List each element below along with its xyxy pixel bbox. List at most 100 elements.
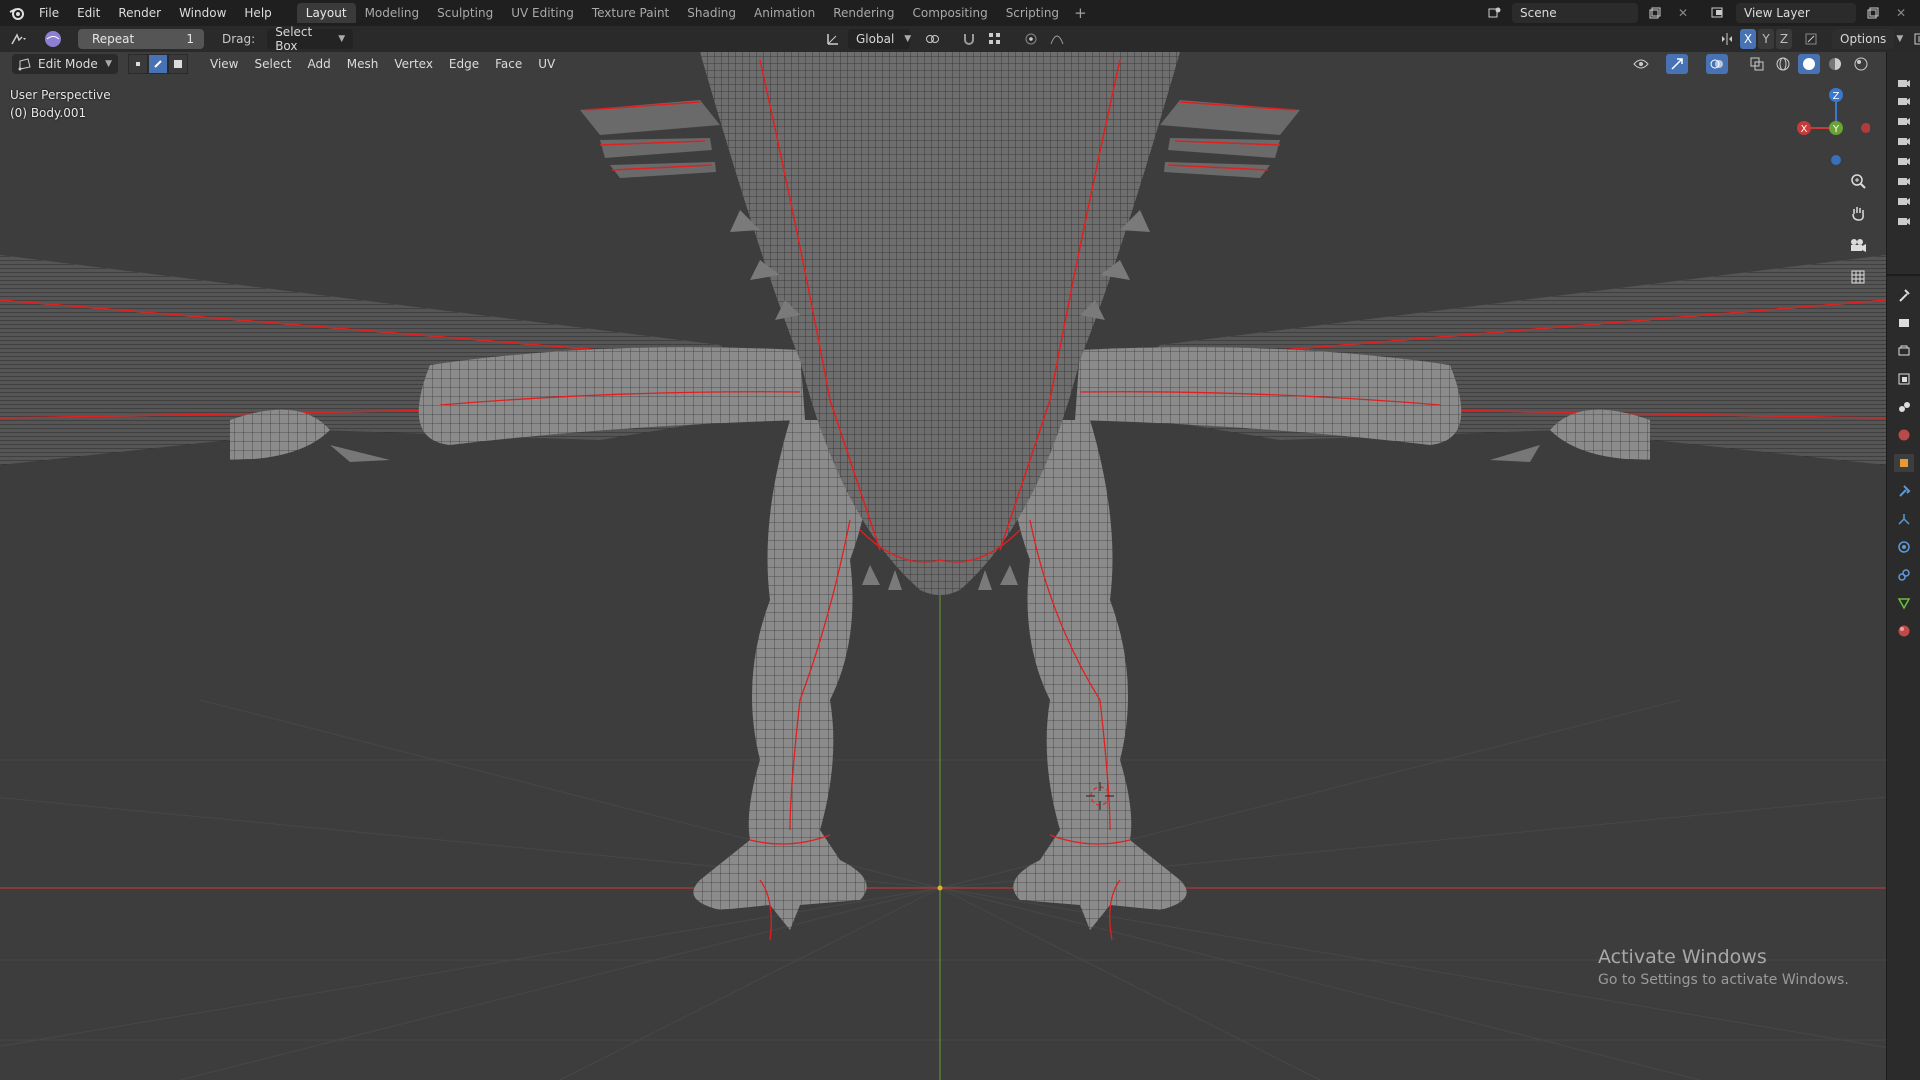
- tab-modeling[interactable]: Modeling: [356, 3, 429, 23]
- menu-view[interactable]: View: [202, 57, 246, 71]
- viewport-scene[interactable]: [0, 52, 1886, 1080]
- particles-tab-icon[interactable]: [1894, 510, 1914, 528]
- tab-animation[interactable]: Animation: [745, 3, 824, 23]
- sidebar-toggle-icon[interactable]: [1910, 29, 1920, 49]
- menu-window[interactable]: Window: [170, 0, 235, 26]
- physics-tab-icon[interactable]: [1894, 538, 1914, 556]
- scene-tab-icon[interactable]: [1894, 398, 1914, 416]
- tab-shading[interactable]: Shading: [678, 3, 745, 23]
- xray-icon[interactable]: [1746, 54, 1768, 74]
- mesh-data-tab-icon[interactable]: [1894, 594, 1914, 612]
- gizmo-icon[interactable]: [1666, 54, 1688, 74]
- shading-solid-icon[interactable]: [1798, 54, 1820, 74]
- outliner-camera-icon[interactable]: [1894, 212, 1914, 230]
- object-tab-icon[interactable]: [1894, 454, 1914, 472]
- navigation-gizmo[interactable]: Z X Y: [1790, 84, 1870, 174]
- drag-select-dropdown[interactable]: Select Box ▼: [267, 25, 354, 53]
- repeat-last-button[interactable]: Repeat 1: [78, 29, 204, 49]
- scene-browse-icon[interactable]: [1484, 3, 1506, 23]
- hand-pan-icon[interactable]: [1846, 202, 1870, 224]
- workspace-tabs: Layout Modeling Sculpting UV Editing Tex…: [296, 0, 1093, 26]
- tab-layout[interactable]: Layout: [296, 3, 356, 23]
- options-dropdown[interactable]: Options ▼: [1832, 29, 1903, 49]
- tool-tab-icon[interactable]: [1894, 286, 1914, 304]
- tab-sculpting[interactable]: Sculpting: [428, 3, 502, 23]
- menu-edge[interactable]: Edge: [441, 57, 487, 71]
- tab-texture-paint[interactable]: Texture Paint: [583, 3, 678, 23]
- mirror-icon[interactable]: [1716, 29, 1738, 49]
- edge-select-icon[interactable]: [148, 54, 168, 74]
- menu-vertex[interactable]: Vertex: [386, 57, 441, 71]
- mode-dropdown[interactable]: Edit Mode ▼: [12, 54, 118, 74]
- gizmo-neg-x: [1861, 123, 1870, 133]
- menu-add[interactable]: Add: [300, 57, 339, 71]
- outliner-camera-icon[interactable]: [1894, 192, 1914, 210]
- view-layer-name: View Layer: [1744, 6, 1810, 20]
- ortho-grid-icon[interactable]: [1846, 266, 1870, 288]
- delete-view-layer-icon[interactable]: ✕: [1890, 3, 1912, 23]
- outliner-camera-icon[interactable]: [1894, 172, 1914, 190]
- tab-rendering[interactable]: Rendering: [824, 3, 903, 23]
- snap-grid-icon[interactable]: [984, 29, 1006, 49]
- menu-mesh[interactable]: Mesh: [339, 57, 387, 71]
- top-menu-bar: File Edit Render Window Help Layout Mode…: [0, 0, 1920, 26]
- output-tab-icon[interactable]: [1894, 342, 1914, 360]
- menu-uv[interactable]: UV: [530, 57, 563, 71]
- scene-name-field[interactable]: Scene: [1512, 3, 1638, 23]
- editor-type-icon[interactable]: [8, 29, 30, 49]
- shading-wire-icon[interactable]: [1772, 54, 1794, 74]
- add-workspace-button[interactable]: +: [1068, 4, 1093, 22]
- repeat-count: 1: [186, 32, 194, 46]
- view-layer-field[interactable]: View Layer: [1736, 3, 1856, 23]
- mirror-y-toggle[interactable]: Y: [1758, 29, 1774, 49]
- view-layer-browse-icon[interactable]: [1708, 3, 1730, 23]
- proportional-edit-icon[interactable]: [1020, 29, 1042, 49]
- delete-scene-icon[interactable]: ✕: [1672, 3, 1694, 23]
- falloff-icon[interactable]: [1046, 29, 1068, 49]
- outliner-camera-icon[interactable]: [1894, 92, 1914, 110]
- blender-logo-icon[interactable]: [4, 0, 30, 26]
- transform-orientation-dropdown[interactable]: Global ▼: [848, 29, 911, 49]
- outliner-camera-icon[interactable]: [1894, 152, 1914, 170]
- snap-icon[interactable]: [958, 29, 980, 49]
- menu-file[interactable]: File: [30, 0, 68, 26]
- face-select-icon[interactable]: [168, 54, 188, 74]
- menu-select[interactable]: Select: [246, 57, 299, 71]
- tab-compositing[interactable]: Compositing: [903, 3, 996, 23]
- repeat-label: Repeat: [92, 32, 135, 46]
- gizmo-y-label: Y: [1832, 124, 1840, 135]
- menu-help[interactable]: Help: [235, 0, 280, 26]
- constraints-tab-icon[interactable]: [1894, 566, 1914, 584]
- 3d-viewport[interactable]: [0, 52, 1886, 1080]
- modifier-tab-icon[interactable]: [1894, 482, 1914, 500]
- overlay-icon[interactable]: [1706, 54, 1728, 74]
- outliner-camera-icon[interactable]: [1894, 132, 1914, 150]
- new-view-layer-icon[interactable]: [1862, 3, 1884, 23]
- outliner-camera-icon[interactable]: [1894, 74, 1914, 92]
- mesh-mode-icon[interactable]: [42, 29, 64, 49]
- tab-scripting[interactable]: Scripting: [997, 3, 1068, 23]
- menu-face[interactable]: Face: [487, 57, 530, 71]
- gizmo-z-label: Z: [1833, 91, 1840, 102]
- watermark-title: Activate Windows: [1598, 946, 1767, 968]
- mirror-z-toggle[interactable]: Z: [1776, 29, 1792, 49]
- pivot-point-icon[interactable]: [922, 29, 944, 49]
- outliner-camera-icon[interactable]: [1894, 112, 1914, 130]
- tab-uv-editing[interactable]: UV Editing: [502, 3, 583, 23]
- mirror-x-toggle[interactable]: X: [1740, 29, 1756, 49]
- menu-edit[interactable]: Edit: [68, 0, 109, 26]
- visibility-icon[interactable]: [1630, 54, 1652, 74]
- render-tab-icon[interactable]: [1894, 314, 1914, 332]
- menu-render[interactable]: Render: [109, 0, 170, 26]
- transform-pivot-icon[interactable]: [822, 29, 844, 49]
- vertex-select-icon[interactable]: [128, 54, 148, 74]
- zoom-icon[interactable]: [1846, 170, 1870, 192]
- world-tab-icon[interactable]: [1894, 426, 1914, 444]
- material-tab-icon[interactable]: [1894, 622, 1914, 640]
- view-layer-tab-icon[interactable]: [1894, 370, 1914, 388]
- shading-material-icon[interactable]: [1824, 54, 1846, 74]
- new-scene-icon[interactable]: [1644, 3, 1666, 23]
- auto-merge-icon[interactable]: [1800, 29, 1822, 49]
- camera-view-icon[interactable]: [1846, 234, 1870, 256]
- shading-render-icon[interactable]: [1850, 54, 1872, 74]
